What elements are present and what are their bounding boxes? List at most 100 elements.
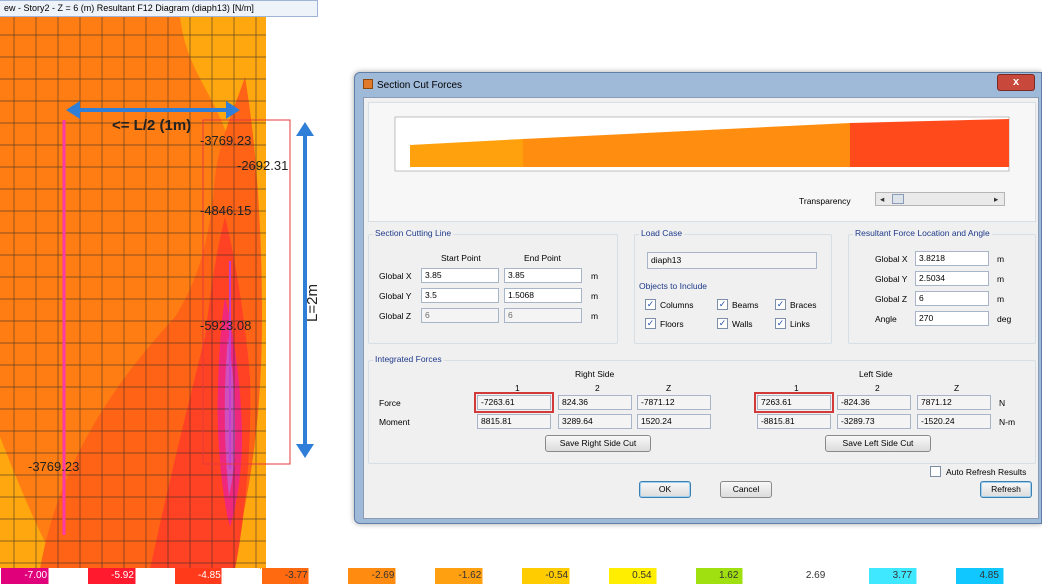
slider-left-arrow-icon[interactable]: ◂ (880, 194, 884, 205)
right-moment-z-field: 1520.24 (637, 414, 711, 429)
columns-checkbox[interactable]: ✓ (645, 299, 656, 310)
column-header: 2 (595, 383, 600, 393)
resultant-global-y-label: Global Y (875, 274, 908, 284)
transparency-label: Transparency (799, 196, 851, 206)
checkbox-label: Links (790, 319, 810, 329)
left-force-z-field: 7871.12 (917, 395, 991, 410)
group-label: Load Case (639, 228, 685, 238)
unit-label: m (591, 271, 599, 281)
resultant-global-z-label: Global Z (875, 294, 908, 304)
group-label: Resultant Force Location and Angle (853, 228, 992, 238)
left-force-2-field: -824.36 (837, 395, 911, 410)
app-icon (363, 79, 373, 89)
preview-panel: Transparency ◂ ▸ (368, 102, 1036, 222)
plot-value-label: -4846.15 (200, 203, 252, 218)
legend-value-label: 3.77 (892, 570, 913, 581)
walls-checkbox[interactable]: ✓ (717, 318, 728, 329)
column-header: 1 (515, 383, 520, 393)
global-z-label: Global Z (379, 311, 412, 321)
legend-value-label: -3.77 (284, 570, 308, 581)
resultant-force-group: Resultant Force Location and Angle Globa… (848, 228, 1036, 344)
legend-value-label: 0.54 (632, 570, 652, 581)
dialog-title: Section Cut Forces (377, 80, 463, 91)
resultant-global-x-label: Global X (875, 254, 908, 264)
right-force-z-field: -7871.12 (637, 395, 711, 410)
slider-right-arrow-icon[interactable]: ▸ (994, 194, 998, 205)
end-point-header: End Point (524, 253, 561, 263)
start-point-header: Start Point (441, 253, 481, 263)
left-force-1-field: 7263.61 (754, 392, 834, 413)
floors-checkbox[interactable]: ✓ (645, 318, 656, 329)
braces-checkbox[interactable]: ✓ (775, 299, 786, 310)
resultant-x-input[interactable]: 3.8218 (915, 251, 989, 266)
checkbox-label: Floors (660, 319, 684, 329)
column-header: Z (666, 383, 672, 393)
legend-value-label: -1.62 (458, 570, 482, 581)
load-case-group: Load Case diaph13 Objects to Include ✓ C… (634, 228, 832, 344)
checkbox-label: Columns (660, 300, 694, 310)
angle-input[interactable]: 270 (915, 311, 989, 326)
length-label: L=2m (304, 284, 321, 322)
start-y-input[interactable]: 3.5 (421, 288, 499, 303)
refresh-button[interactable]: Refresh (980, 481, 1032, 498)
column-header: 2 (875, 383, 880, 393)
global-y-label: Global Y (379, 291, 412, 301)
group-label: Section Cutting Line (373, 228, 454, 238)
force-unit-label: N (999, 398, 1006, 408)
links-checkbox[interactable]: ✓ (775, 318, 786, 329)
unit-label: m (997, 274, 1005, 284)
right-moment-2-field: 3289.64 (558, 414, 632, 429)
group-label: Integrated Forces (373, 354, 444, 364)
beams-checkbox[interactable]: ✓ (717, 299, 728, 310)
plot-value-label: -2692.31 (237, 158, 289, 173)
end-z-input: 6 (504, 308, 582, 323)
legend-value-label: -5.92 (111, 570, 134, 581)
right-side-header: Right Side (575, 369, 615, 379)
left-moment-1-field: -8815.81 (757, 414, 831, 429)
resultant-z-input[interactable]: 6 (915, 291, 989, 306)
moment-row-label: Moment (379, 417, 410, 427)
plot-value-label: -3769.23 (28, 459, 80, 474)
right-moment-1-field: 8815.81 (477, 414, 551, 429)
legend-value-label: -2.69 (371, 570, 395, 581)
dimension-arrows (66, 101, 314, 465)
left-moment-z-field: -1520.24 (917, 414, 991, 429)
unit-label: m (591, 291, 599, 301)
unit-label: deg (997, 314, 1012, 324)
end-y-input[interactable]: 1.5068 (504, 288, 582, 303)
unit-label: m (591, 311, 599, 321)
dialog-title-bar: Section Cut Forces (363, 79, 462, 91)
ok-button[interactable]: OK (639, 481, 691, 498)
column-header: Z (954, 383, 960, 393)
legend-value-label: -4.85 (197, 570, 221, 581)
right-force-1-field: -7263.61 (474, 392, 554, 413)
column-header: 1 (794, 383, 799, 393)
integrated-forces-group: Integrated Forces Right Side Left Side 1… (368, 354, 1036, 464)
dialog-body: Transparency ◂ ▸ Section Cutting Line St… (363, 97, 1039, 519)
save-left-side-cut-button[interactable]: Save Left Side Cut (825, 435, 931, 452)
close-button[interactable]: x (997, 74, 1035, 91)
auto-refresh-label: Auto Refresh Results (946, 467, 1027, 477)
plot-value-label: -5923.08 (200, 318, 252, 333)
cancel-button[interactable]: Cancel (720, 481, 772, 498)
checkbox-label: Walls (732, 319, 753, 329)
left-side-header: Left Side (859, 369, 893, 379)
save-right-side-cut-button[interactable]: Save Right Side Cut (545, 435, 651, 452)
end-x-input[interactable]: 3.85 (504, 268, 582, 283)
legend-value-label: -7.00 (24, 570, 48, 581)
transparency-slider[interactable]: ◂ ▸ (875, 192, 1005, 206)
checkbox-label: Beams (732, 300, 759, 310)
section-cut-forces-dialog: Section Cut Forces x Transparency ◂ ▸ Se… (354, 72, 1042, 524)
start-x-input[interactable]: 3.85 (421, 268, 499, 283)
start-z-input: 6 (421, 308, 499, 323)
half-length-label: <= L/2 (1m) (112, 117, 192, 134)
resultant-y-input[interactable]: 2.5034 (915, 271, 989, 286)
legend-value-label: 4.85 (979, 570, 999, 581)
right-force-2-field: 824.36 (558, 395, 632, 410)
application-window: ew - Story2 - Z = 6 (m) Resultant F12 Di… (0, 0, 1042, 584)
slider-thumb[interactable] (892, 194, 904, 204)
legend-value-label: -0.54 (545, 570, 569, 581)
angle-label: Angle (875, 314, 897, 324)
auto-refresh-checkbox[interactable] (930, 466, 941, 477)
checkbox-label: Braces (790, 300, 817, 310)
